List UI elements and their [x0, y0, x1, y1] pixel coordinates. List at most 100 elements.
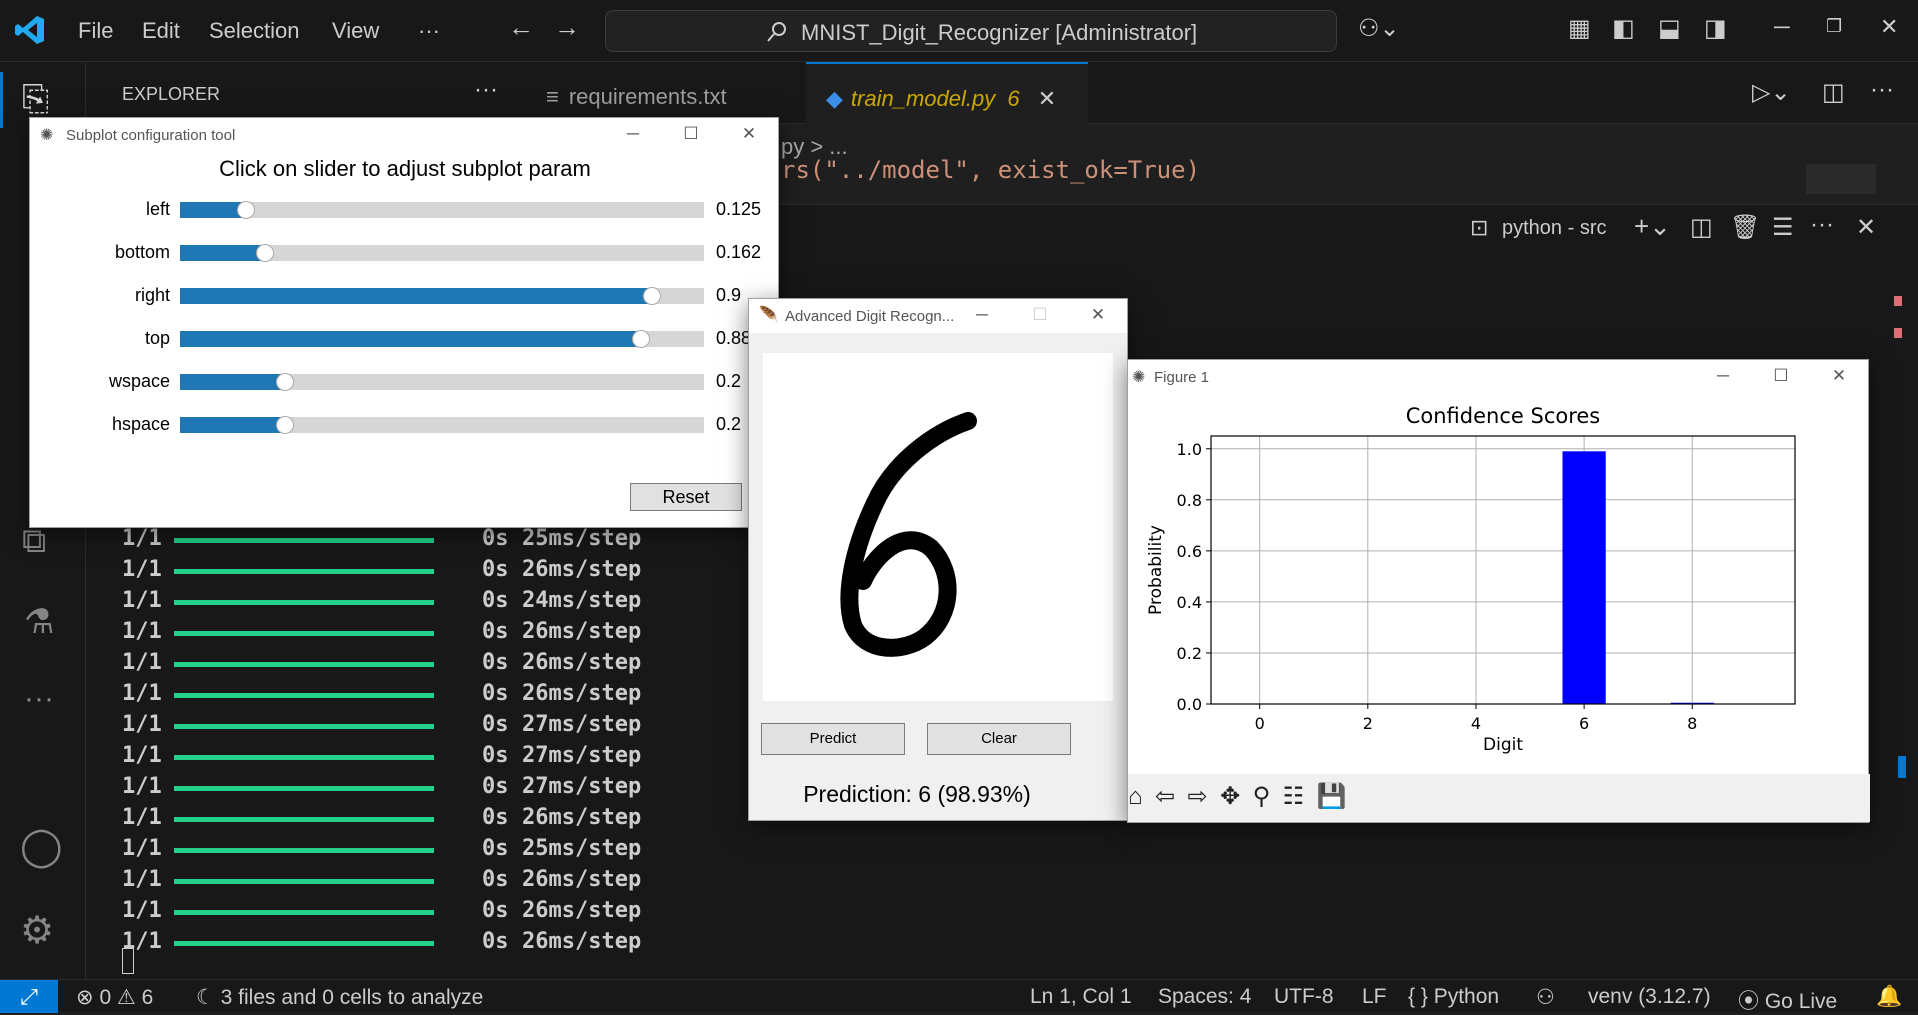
menu-file[interactable]: File: [78, 18, 113, 44]
close-panel-icon[interactable]: ✕: [1856, 213, 1876, 242]
back-arrow-icon[interactable]: ←: [508, 12, 534, 43]
progress-bar: [174, 631, 434, 636]
close-icon[interactable]: ✕: [1069, 305, 1127, 325]
analysis-status[interactable]: ☾ 3 files and 0 cells to analyze: [196, 985, 483, 1010]
slider-left[interactable]: [180, 201, 704, 219]
slider-bottom[interactable]: [180, 244, 704, 262]
minimize-icon[interactable]: ─: [953, 305, 1011, 325]
window-controls: ─ ☐ ✕: [1694, 366, 1868, 386]
more-views-icon[interactable]: ···: [24, 682, 54, 716]
remote-indicator[interactable]: ⤢: [0, 980, 58, 1013]
forward-arrow-icon[interactable]: →: [554, 12, 580, 43]
copilot-status-icon[interactable]: ⚇: [1536, 985, 1555, 1010]
slider-handle[interactable]: [255, 244, 274, 262]
step-rate: 26ms/step: [522, 619, 642, 644]
slider-handle[interactable]: [275, 373, 294, 391]
configure-subplots-icon[interactable]: ☷: [1283, 782, 1305, 811]
new-terminal-icon[interactable]: +⌄: [1634, 211, 1671, 242]
restore-icon[interactable]: ❐: [1826, 16, 1842, 37]
pan-icon[interactable]: ✥: [1220, 782, 1240, 811]
interpreter[interactable]: venv (3.12.7): [1588, 985, 1711, 1009]
split-editor-icon[interactable]: ◫: [1822, 78, 1845, 107]
slider-hspace[interactable]: [180, 416, 704, 434]
reset-button[interactable]: Reset: [630, 483, 742, 511]
slider-top[interactable]: [180, 330, 704, 348]
command-center-search[interactable]: MNIST_Digit_Recognizer [Administrator]: [605, 10, 1337, 52]
maximize-icon[interactable]: ☐: [662, 124, 720, 144]
maximize-icon[interactable]: ☐: [1752, 366, 1810, 386]
minimize-icon[interactable]: ─: [1694, 366, 1752, 386]
tab-train-model[interactable]: ◆ train_model.py 6 ✕: [806, 62, 1088, 124]
active-indicator: [0, 72, 3, 128]
window-titlebar[interactable]: ✺ Figure 1 ─ ☐ ✕: [1128, 360, 1868, 394]
terminal-name[interactable]: python - src: [1502, 217, 1606, 240]
go-live[interactable]: ⦿ Go Live: [1738, 985, 1837, 1015]
step-rate: 26ms/step: [522, 805, 642, 830]
save-icon[interactable]: 💾: [1317, 782, 1347, 811]
menu-view[interactable]: View: [332, 18, 379, 44]
sidebar-more-icon[interactable]: ···: [474, 76, 498, 104]
minimize-icon[interactable]: ─: [1774, 14, 1790, 40]
copilot-icon[interactable]: ⚇⌄: [1358, 14, 1400, 43]
slider-wspace[interactable]: [180, 373, 704, 391]
window-titlebar[interactable]: ✺ Subplot configuration tool ─ ☐ ✕: [30, 118, 778, 152]
cursor-position[interactable]: Ln 1, Col 1: [1030, 985, 1132, 1009]
testing-flask-icon[interactable]: ⚗: [24, 602, 54, 642]
editor-more-icon[interactable]: ···: [1870, 76, 1894, 104]
step-count: 1/1: [122, 619, 162, 644]
back-icon[interactable]: ⇦: [1155, 782, 1175, 811]
code-line[interactable]: rs("../model", exist_ok=True): [781, 156, 1200, 184]
indentation[interactable]: Spaces: 4: [1158, 985, 1251, 1009]
terminal-list-icon[interactable]: ☰: [1772, 213, 1794, 242]
split-terminal-icon[interactable]: ◫: [1690, 213, 1713, 242]
slider-handle[interactable]: [275, 416, 294, 434]
toggle-sidebar-icon[interactable]: ◧: [1612, 14, 1635, 43]
slider-right[interactable]: [180, 287, 704, 305]
account-icon[interactable]: ◯: [20, 824, 63, 869]
encoding[interactable]: UTF-8: [1274, 985, 1334, 1009]
slider-handle[interactable]: [236, 201, 255, 219]
step-rate: 27ms/step: [522, 712, 642, 737]
home-icon[interactable]: ⌂: [1128, 783, 1143, 811]
minimize-icon[interactable]: ─: [604, 124, 662, 144]
toggle-secondary-sidebar-icon[interactable]: ◨: [1704, 14, 1727, 43]
close-icon[interactable]: ✕: [1810, 366, 1868, 386]
slider-handle[interactable]: [642, 287, 661, 305]
progress-bar: [174, 600, 434, 605]
zoom-icon[interactable]: ⚲: [1253, 782, 1271, 811]
toggle-panel-icon[interactable]: ⬓: [1658, 14, 1681, 43]
predict-button[interactable]: Predict: [761, 723, 905, 755]
tab-label: requirements.txt: [568, 84, 727, 109]
bar-digit-6: [1562, 451, 1606, 704]
step-count: 1/1: [122, 526, 162, 551]
panel-more-icon[interactable]: ···: [1810, 211, 1834, 239]
close-icon[interactable]: ✕: [1880, 14, 1898, 40]
drawing-canvas[interactable]: [763, 353, 1113, 701]
forward-icon[interactable]: ⇨: [1188, 782, 1208, 811]
explorer-icon[interactable]: ⎘: [22, 80, 49, 119]
end-of-line[interactable]: LF: [1362, 985, 1387, 1009]
errors-status[interactable]: ⊗ 0 ⚠ 6: [76, 985, 153, 1010]
minimap[interactable]: [1806, 164, 1876, 194]
kill-terminal-icon[interactable]: 🗑: [1730, 213, 1760, 242]
window-titlebar[interactable]: 🪶 Advanced Digit Recogn... ─ ☐ ✕: [749, 299, 1127, 333]
y-axis-label: Probability: [1146, 525, 1166, 615]
step-rate: 26ms/step: [522, 681, 642, 706]
close-icon[interactable]: ✕: [720, 124, 778, 144]
notifications-bell-icon[interactable]: 🔔: [1876, 985, 1902, 1009]
step-time: 0s: [482, 774, 509, 799]
menu-edit[interactable]: Edit: [142, 18, 180, 44]
menu-selection[interactable]: Selection: [209, 18, 300, 44]
run-python-icon[interactable]: ▷⌄: [1752, 78, 1791, 107]
clear-button[interactable]: Clear: [927, 723, 1071, 755]
settings-gear-icon[interactable]: ⚙: [20, 908, 54, 953]
customize-layout-icon[interactable]: ▦: [1568, 14, 1591, 43]
terminal-icon: ⊡: [1470, 215, 1489, 240]
step-count: 1/1: [122, 681, 162, 706]
close-tab-icon[interactable]: ✕: [1038, 86, 1056, 111]
menu-more[interactable]: ···: [418, 18, 440, 44]
language-mode[interactable]: { } Python: [1408, 985, 1499, 1009]
slider-handle[interactable]: [632, 330, 651, 348]
tab-requirements[interactable]: ≡ requirements.txt: [526, 62, 806, 124]
slider-value-wspace: 0.2: [716, 371, 742, 391]
